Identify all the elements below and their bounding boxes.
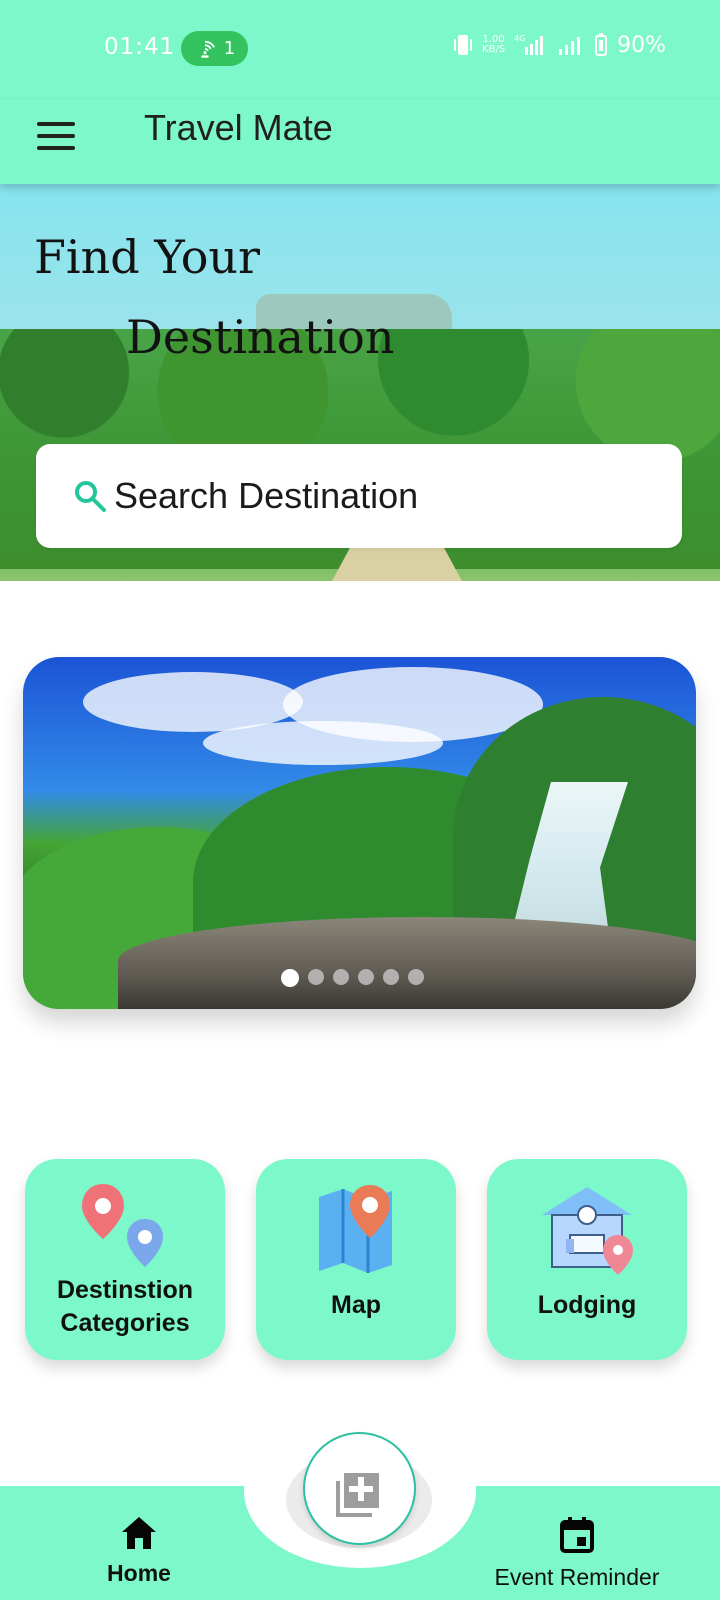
carousel-dot[interactable] [308,969,324,985]
nav-home-label: Home [107,1560,171,1586]
search-input[interactable]: Search Destination [36,444,682,548]
hotspot-pill: 1 [181,31,248,66]
nav-home[interactable]: Home [101,1486,177,1600]
destination-categories-card[interactable]: Destinstion Categories [25,1159,225,1360]
home-icon [119,1514,159,1552]
status-bar: 01:41 1 1.00 KB/S 4G 90% [0,0,720,100]
menu-icon[interactable] [37,116,77,156]
menu-line [37,122,75,126]
carousel-dot[interactable] [333,969,349,985]
cloud [203,721,443,765]
app-title: Travel Mate [144,107,333,148]
add-layers-button[interactable] [303,1432,416,1545]
carousel-dot[interactable] [408,969,424,985]
hero-heading: Find Your Destination [34,217,394,377]
map-pins-icon [70,1177,180,1287]
carousel-dot[interactable] [358,969,374,985]
search-icon [72,478,108,514]
destination-carousel[interactable] [23,657,696,1009]
hero-banner: Find Your Destination Search Destination [0,184,720,581]
path-image [332,545,462,581]
menu-line [37,146,75,150]
map-icon [301,1177,411,1287]
network-speed-unit: KB/S [481,44,506,55]
status-right-icons: 1.00 KB/S 4G 90% [452,32,666,58]
battery-icon [593,32,609,58]
svg-text:4G: 4G [514,34,525,43]
map-label: Map [331,1291,381,1319]
network-speed: 1.00 KB/S [482,35,505,55]
carousel-dot[interactable] [281,969,299,987]
signal-bars-icon [557,33,585,57]
nav-event-reminder-label: Event Reminder [494,1564,660,1590]
status-time: 01:41 [104,34,176,60]
map-card[interactable]: Map [256,1159,456,1360]
calendar-icon [556,1514,598,1556]
hero-heading-line2: Destination [126,310,395,364]
menu-line [37,134,75,138]
search-placeholder: Search Destination [114,475,419,516]
carousel-dot[interactable] [383,969,399,985]
destination-categories-line2: Categories [60,1309,190,1337]
battery-percentage: 90% [617,32,666,58]
signal-4g-icon: 4G [513,32,549,58]
lodging-label: Lodging [537,1291,637,1319]
add-layers-icon [324,1453,396,1525]
destination-categories-label: Destinstion Categories [25,1274,225,1340]
rocks-image [118,917,696,1009]
hotspot-count: 1 [223,38,236,59]
carousel-dots[interactable] [281,969,424,987]
feature-grid: Destinstion Categories Map Lodging [25,1159,691,1361]
lodging-card[interactable]: Lodging [487,1159,687,1360]
app-bar: Travel Mate [0,100,720,184]
hero-heading-line1: Find Your [34,230,261,284]
lodging-icon [532,1177,642,1287]
destination-categories-line1: Destinstion [56,1276,194,1304]
vibrate-icon [452,32,474,58]
hotspot-icon [194,38,216,60]
nav-event-reminder[interactable]: Event Reminder [477,1486,677,1600]
